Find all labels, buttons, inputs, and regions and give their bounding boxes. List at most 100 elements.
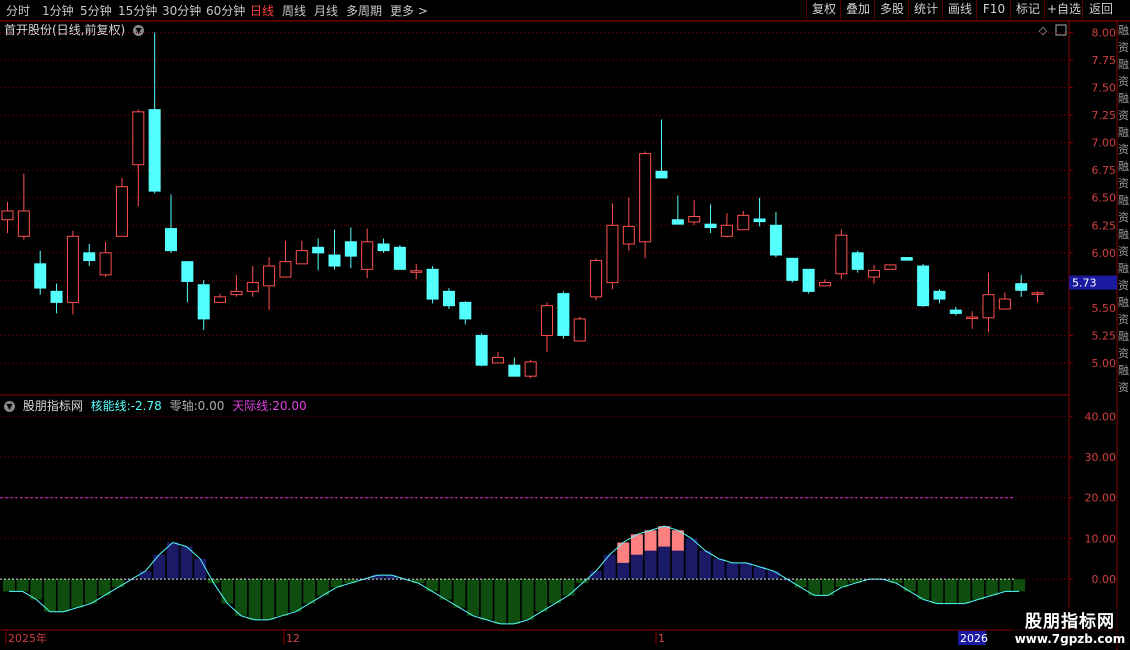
right-strip-item: 资 <box>1118 41 1129 54</box>
indicator-bar <box>166 542 179 580</box>
price-tick-label: 6.75 <box>1092 164 1117 177</box>
candle <box>671 219 684 225</box>
candle <box>328 254 341 267</box>
indicator-bar <box>535 579 548 612</box>
right-strip-item: 融 <box>1118 228 1129 241</box>
indicator-bar <box>753 566 766 580</box>
indicator-bar <box>467 579 480 616</box>
indicator-bar <box>685 538 698 580</box>
candle <box>344 241 357 257</box>
watermark-line2: www.7gpzb.com <box>1014 632 1126 646</box>
indicator-bar <box>890 579 903 584</box>
indicator-bar <box>289 579 302 612</box>
indicator-tick-label: 40.00 <box>1085 410 1117 423</box>
candle <box>83 252 96 262</box>
indicator-bar <box>794 579 807 588</box>
candle <box>442 290 455 307</box>
price-tick-label: 7.00 <box>1092 137 1117 150</box>
candle <box>720 224 733 237</box>
candle <box>949 309 962 314</box>
candle <box>181 261 194 282</box>
candle <box>492 356 504 364</box>
candle <box>508 364 521 377</box>
right-strip-item: 资 <box>1118 245 1129 258</box>
candle <box>197 284 210 320</box>
candle <box>361 241 374 270</box>
indicator-bar <box>726 562 739 580</box>
right-strip-item: 资 <box>1118 109 1129 122</box>
indicator-bar <box>139 571 152 580</box>
indicator-bar <box>84 579 97 604</box>
time-label: 2025年 <box>8 631 47 645</box>
indicator-bar <box>276 579 288 616</box>
candle <box>475 334 488 366</box>
price-tick-label: 7.25 <box>1092 109 1117 122</box>
candle <box>524 361 537 377</box>
indicator-bar <box>480 579 493 620</box>
candle <box>165 228 177 252</box>
indicator-bar <box>453 579 466 608</box>
price-tick-label: 7.50 <box>1092 82 1117 95</box>
indicator-bar <box>740 562 753 580</box>
indicator-bar <box>562 579 575 596</box>
indicator-bar <box>849 579 862 584</box>
diamond-icon: ◇ <box>1039 24 1048 37</box>
candle <box>688 215 701 223</box>
right-strip-item: 资 <box>1118 313 1129 326</box>
indicator-bar <box>344 579 357 584</box>
candle <box>851 252 864 270</box>
indicator-bar <box>767 571 780 580</box>
candle <box>966 316 979 320</box>
right-strip-item: 融 <box>1118 126 1129 139</box>
indicator-bar <box>944 579 957 604</box>
candle <box>312 246 325 254</box>
candle <box>900 257 913 261</box>
candle <box>884 264 897 270</box>
candle <box>868 269 881 278</box>
indicator-hot-bar <box>617 542 630 563</box>
indicator-hot-bar <box>658 526 671 547</box>
right-side-strip: 融资融资融资融资融资融资融资融资融资融资融资 <box>1118 22 1130 392</box>
indicator-bar <box>43 579 56 612</box>
right-strip-item: 资 <box>1118 75 1129 88</box>
right-strip-item: 资 <box>1118 279 1129 292</box>
indicator-bar <box>494 579 507 624</box>
candle <box>393 246 406 270</box>
indicator-bar <box>508 579 521 624</box>
candle <box>590 260 603 298</box>
indicator-bar <box>235 579 248 616</box>
candle <box>50 290 63 303</box>
candle <box>279 261 292 278</box>
price-tick-label: 5.50 <box>1092 302 1117 315</box>
candle <box>802 268 815 292</box>
indicator-bar <box>1013 579 1026 592</box>
indicator-bar <box>303 579 316 604</box>
candle <box>34 263 47 289</box>
indicator-bar <box>248 579 261 620</box>
time-label: 12 <box>286 632 300 645</box>
right-strip-item: 融 <box>1118 296 1129 309</box>
indicator-bar <box>194 558 207 580</box>
current-price-label: 5.73 <box>1072 277 1097 290</box>
candle <box>769 224 782 256</box>
candle <box>1 210 14 221</box>
right-strip-item: 融 <box>1118 364 1129 377</box>
indicator-bar <box>412 579 425 584</box>
price-tick-label: 6.50 <box>1092 192 1117 205</box>
candle <box>982 294 995 319</box>
indicator-bar <box>699 550 712 580</box>
right-strip-item: 资 <box>1118 177 1129 190</box>
right-strip-item: 资 <box>1118 211 1129 224</box>
right-strip-item: 融 <box>1118 58 1129 71</box>
candle <box>639 153 652 243</box>
price-tick-label: 5.00 <box>1092 357 1117 370</box>
candle <box>557 293 570 336</box>
chart-canvas[interactable]: ◇ 8.00 7.75 7.50 7.25 7.00 6.75 6.50 6.25 6.00 5.7… <box>0 0 1130 650</box>
candle <box>704 223 717 228</box>
price-tick-label: 8.00 <box>1092 27 1117 40</box>
indicator-bar <box>426 579 439 592</box>
candle <box>1015 283 1028 291</box>
candle <box>115 186 128 237</box>
indicator-bar <box>985 579 998 596</box>
indicator-bar <box>521 579 534 620</box>
